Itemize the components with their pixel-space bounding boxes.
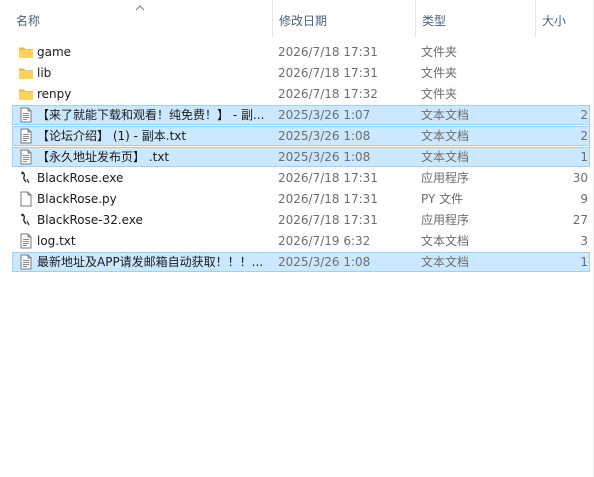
file-row[interactable]: game 2026/7/18 17:31 文件夹 — [0, 42, 594, 63]
file-row[interactable]: renpy 2026/7/18 17:32 文件夹 — [0, 84, 594, 105]
file-row[interactable]: 【论坛介绍】 (1) - 副本.txt 2025/3/26 1:08 文本文档 2 — [0, 126, 594, 147]
file-row[interactable]: log.txt 2026/7/19 6:32 文本文档 3 — [0, 231, 594, 252]
file-list: game 2026/7/18 17:31 文件夹 lib 2026/7/18 17:31… — [0, 42, 594, 273]
file-name: renpy — [37, 87, 72, 101]
file-name: lib — [37, 66, 52, 80]
column-header-bar: 名称 修改日期 类型 大小 — [0, 0, 594, 38]
file-date-modified: 2025/3/26 1:08 — [278, 129, 371, 143]
file-date-modified: 2025/3/26 1:07 — [278, 108, 371, 122]
file-row[interactable]: 最新地址及APP请发邮箱自动获取！！！... 2025/3/26 1:08 文本文档… — [0, 252, 594, 273]
column-header-size[interactable]: 大小 — [535, 0, 594, 38]
file-size: 3 — [580, 234, 588, 248]
file-size: 2 — [580, 129, 588, 143]
file-size: 1 — [580, 150, 588, 164]
executable-icon — [18, 212, 34, 228]
file-row[interactable]: BlackRose-32.exe 2026/7/18 17:31 应用程序 27 — [0, 210, 594, 231]
folder-icon — [18, 44, 34, 60]
file-date-modified: 2026/7/18 17:31 — [278, 192, 378, 206]
text-file-icon — [18, 254, 34, 270]
folder-icon — [18, 86, 34, 102]
file-date-modified: 2025/3/26 1:08 — [278, 255, 371, 269]
file-size: 27 — [572, 213, 588, 227]
file-size: 1 — [580, 255, 588, 269]
file-type: 应用程序 — [421, 213, 470, 227]
file-explorer-list-view: 名称 修改日期 类型 大小 game 2026/7/18 17:31 文件夹 lib 2… — [0, 0, 594, 477]
file-name: game — [37, 45, 72, 59]
file-name: 【永久地址发布页】 .txt — [37, 150, 170, 164]
file-date-modified: 2026/7/19 6:32 — [278, 234, 371, 248]
file-name: BlackRose-32.exe — [37, 213, 143, 227]
file-row[interactable]: 【来了就能下载和观看！纯免费！】 - 副... 2025/3/26 1:07 文本文… — [0, 105, 594, 126]
file-type: 文本文档 — [421, 255, 470, 269]
executable-icon — [18, 170, 34, 186]
column-header-name[interactable]: 名称 — [10, 0, 272, 38]
file-row[interactable]: BlackRose.py 2026/7/18 17:31 PY 文件 9 — [0, 189, 594, 210]
file-size — [540, 84, 588, 105]
column-header-date-modified[interactable]: 修改日期 — [272, 0, 415, 38]
file-name: 【来了就能下载和观看！纯免费！】 - 副... — [37, 108, 265, 122]
file-name: BlackRose.exe — [37, 171, 124, 185]
file-size: 2 — [580, 108, 588, 122]
file-date-modified: 2026/7/18 17:31 — [278, 171, 378, 185]
text-file-icon — [18, 233, 34, 249]
file-date-modified: 2025/3/26 1:08 — [278, 150, 371, 164]
file-type: 文件夹 — [421, 45, 458, 59]
file-size: 9 — [580, 192, 588, 206]
file-type: 文本文档 — [421, 234, 470, 248]
file-size: 30 — [572, 171, 588, 185]
file-date-modified: 2026/7/18 17:31 — [278, 66, 378, 80]
blank-file-icon — [18, 191, 34, 207]
folder-icon — [18, 65, 34, 81]
file-type: 应用程序 — [421, 171, 470, 185]
file-name: log.txt — [37, 234, 76, 248]
file-row[interactable]: lib 2026/7/18 17:31 文件夹 — [0, 63, 594, 84]
file-type: 文本文档 — [421, 108, 470, 122]
file-date-modified: 2026/7/18 17:32 — [278, 87, 378, 101]
file-name: 【论坛介绍】 (1) - 副本.txt — [37, 129, 187, 143]
file-type: 文件夹 — [421, 66, 458, 80]
file-type: 文本文档 — [421, 150, 470, 164]
file-date-modified: 2026/7/18 17:31 — [278, 213, 378, 227]
file-row[interactable]: BlackRose.exe 2026/7/18 17:31 应用程序 30 — [0, 168, 594, 189]
file-size — [540, 63, 588, 84]
file-type: 文本文档 — [421, 129, 470, 143]
file-row[interactable]: 【永久地址发布页】 .txt 2025/3/26 1:08 文本文档 1 — [0, 147, 594, 168]
file-name: BlackRose.py — [37, 192, 117, 206]
file-name: 最新地址及APP请发邮箱自动获取！！！... — [37, 255, 264, 269]
file-date-modified: 2026/7/18 17:31 — [278, 45, 378, 59]
text-file-icon — [18, 107, 34, 123]
file-size — [540, 42, 588, 63]
file-type: PY 文件 — [421, 192, 464, 206]
file-type: 文件夹 — [421, 87, 458, 101]
column-header-type[interactable]: 类型 — [415, 0, 535, 38]
text-file-icon — [18, 128, 34, 144]
text-file-icon — [18, 149, 34, 165]
